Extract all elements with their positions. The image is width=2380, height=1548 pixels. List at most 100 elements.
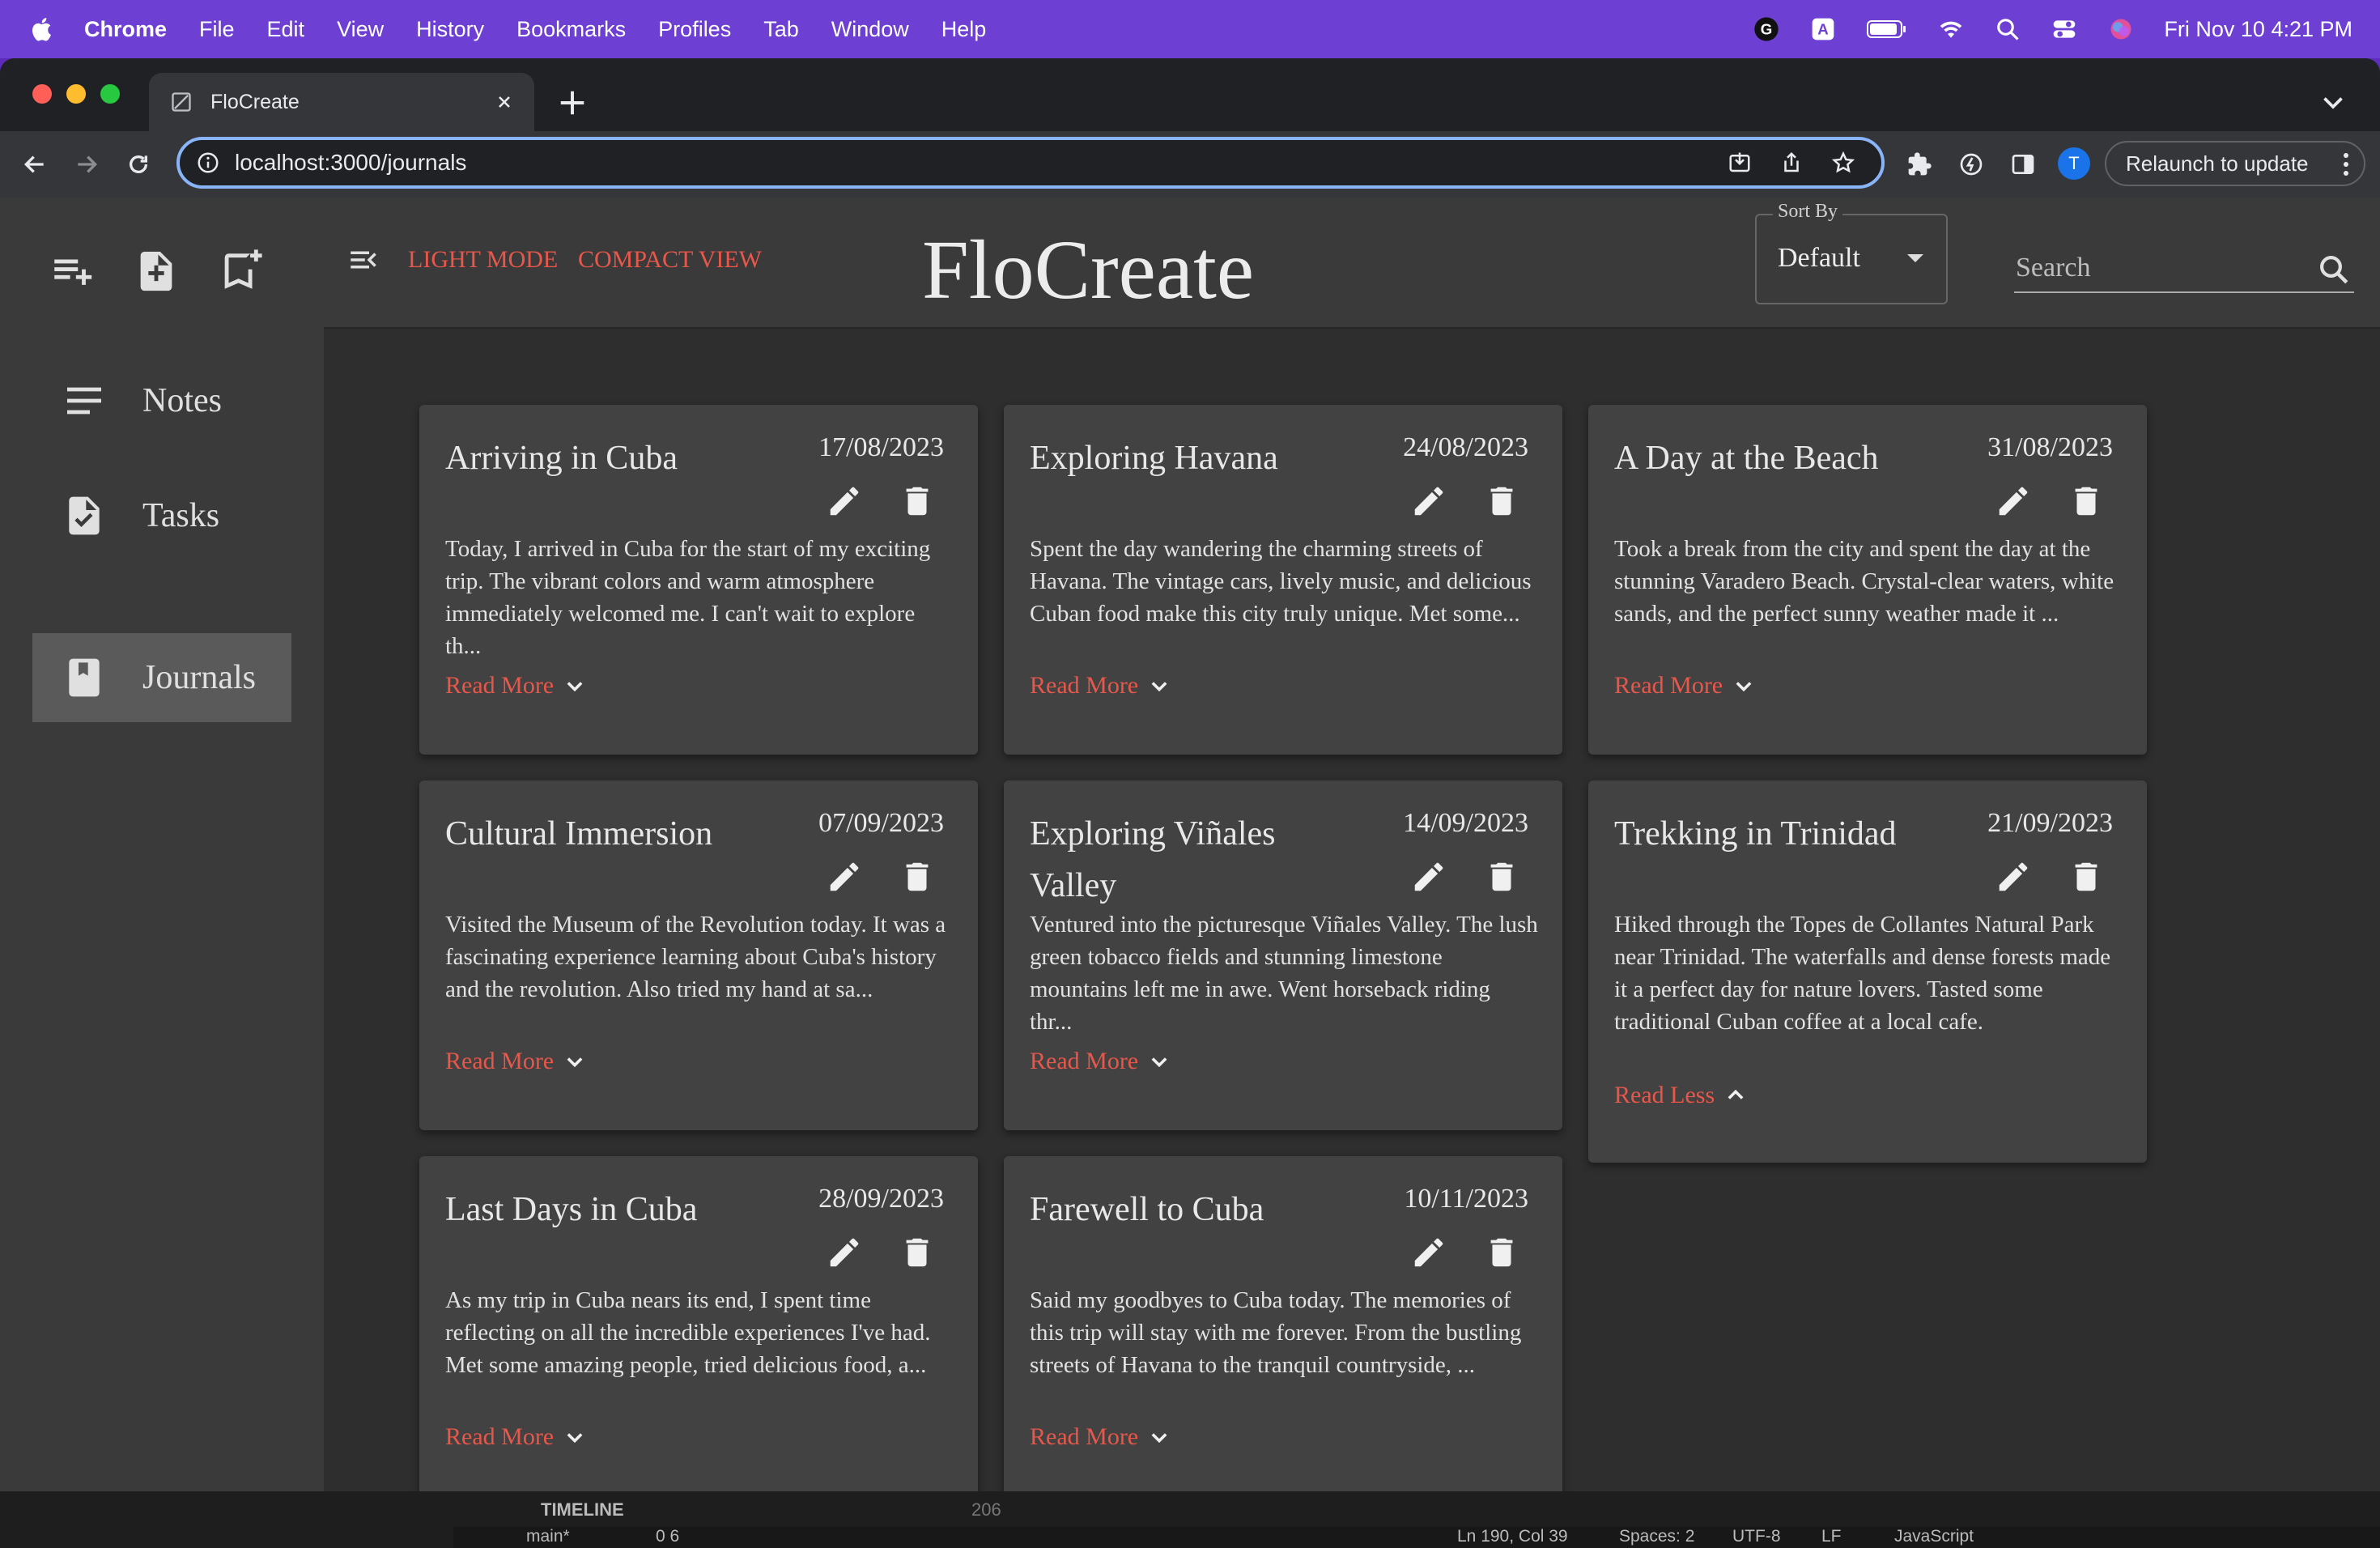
line-ending[interactable]: LF xyxy=(1821,1527,1842,1546)
profile-avatar[interactable]: T xyxy=(2058,147,2090,180)
read-more-button[interactable]: Read More xyxy=(1030,1423,1171,1451)
language-mode[interactable]: JavaScript xyxy=(1894,1527,1974,1546)
relaunch-label: Relaunch to update xyxy=(2126,151,2309,176)
menubar-clock[interactable]: Fri Nov 10 4:21 PM xyxy=(2164,17,2352,42)
edit-pencil-icon[interactable] xyxy=(826,1234,863,1271)
install-app-icon[interactable] xyxy=(1726,149,1753,176)
read-less-button[interactable]: Read Less xyxy=(1614,1082,1747,1109)
favicon-icon xyxy=(172,92,191,112)
menu-help[interactable]: Help xyxy=(941,17,987,42)
menu-file[interactable]: File xyxy=(199,17,235,42)
sidebar-item-tasks[interactable]: Tasks xyxy=(32,471,291,560)
side-panel-icon[interactable] xyxy=(2008,149,2038,180)
kebab-menu-icon[interactable] xyxy=(2343,152,2349,176)
menu-tab[interactable]: Tab xyxy=(763,17,799,42)
input-source-icon[interactable]: A xyxy=(1809,15,1837,43)
delete-trash-icon[interactable] xyxy=(1483,858,1520,895)
delete-trash-icon[interactable] xyxy=(1483,483,1520,520)
menu-app-chrome[interactable]: Chrome xyxy=(84,17,167,42)
new-tab-icon[interactable] xyxy=(557,87,588,118)
read-more-button[interactable]: Read More xyxy=(445,1423,586,1451)
minimize-window-button[interactable] xyxy=(66,84,86,104)
journal-date: 17/08/2023 xyxy=(818,432,944,462)
git-branch[interactable]: main* xyxy=(526,1527,570,1546)
read-more-button[interactable]: Read More xyxy=(1030,672,1171,700)
search-icon[interactable] xyxy=(2317,253,2351,287)
menu-view[interactable]: View xyxy=(337,17,384,42)
read-more-label: Read More xyxy=(1030,1423,1139,1450)
delete-trash-icon[interactable] xyxy=(2068,858,2105,895)
journal-date: 21/09/2023 xyxy=(1987,808,2113,838)
tab-search-chevron-icon[interactable] xyxy=(2318,87,2348,117)
delete-trash-icon[interactable] xyxy=(1483,1234,1520,1271)
edit-pencil-icon[interactable] xyxy=(1410,858,1447,895)
menu-history[interactable]: History xyxy=(416,17,484,42)
edit-pencil-icon[interactable] xyxy=(1410,1234,1447,1271)
delete-trash-icon[interactable] xyxy=(899,483,936,520)
site-info-icon[interactable] xyxy=(196,151,220,175)
add-task-icon[interactable] xyxy=(133,248,180,295)
read-more-button[interactable]: Read More xyxy=(445,1048,586,1075)
menu-bookmarks[interactable]: Bookmarks xyxy=(516,17,626,42)
extensions-puzzle-icon[interactable] xyxy=(1904,149,1935,180)
journal-excerpt: Ventured into the picturesque Viñales Va… xyxy=(1030,912,1538,1035)
read-more-button[interactable]: Read More xyxy=(1030,1048,1171,1075)
delete-trash-icon[interactable] xyxy=(899,1234,936,1271)
browser-tab[interactable]: FloCreate xyxy=(149,73,534,131)
light-mode-button[interactable]: LIGHT MODE xyxy=(408,246,558,274)
journal-card: Exploring Havana 24/08/2023 Spent the da… xyxy=(1004,405,1562,755)
edit-pencil-icon[interactable] xyxy=(826,858,863,895)
control-center-icon[interactable] xyxy=(2051,15,2078,43)
sidebar-item-label: Notes xyxy=(142,382,222,419)
collapse-menu-icon[interactable] xyxy=(346,243,380,277)
problems-count[interactable]: 0 6 xyxy=(656,1527,679,1546)
relaunch-to-update-button[interactable]: Relaunch to update xyxy=(2105,141,2365,186)
add-journal-icon[interactable] xyxy=(217,248,264,295)
menu-profiles[interactable]: Profiles xyxy=(658,17,731,42)
performance-icon[interactable] xyxy=(1956,149,1987,180)
battery-icon[interactable] xyxy=(1866,15,1908,43)
menu-edit[interactable]: Edit xyxy=(267,17,305,42)
back-button[interactable] xyxy=(16,146,53,183)
reload-button[interactable] xyxy=(120,146,157,183)
delete-trash-icon[interactable] xyxy=(2068,483,2105,520)
address-bar[interactable]: localhost:3000/journals xyxy=(176,137,1885,189)
read-more-button[interactable]: Read More xyxy=(1614,672,1755,700)
notes-lines-icon xyxy=(67,387,101,415)
cursor-position[interactable]: Ln 190, Col 39 xyxy=(1457,1527,1568,1546)
forward-button[interactable] xyxy=(68,146,105,183)
url-text[interactable]: localhost:3000/journals xyxy=(235,150,1726,176)
journal-title: Exploring Viñales Valley xyxy=(1030,815,1276,904)
journal-card: A Day at the Beach 31/08/2023 Took a bre… xyxy=(1588,405,2147,755)
indentation[interactable]: Spaces: 2 xyxy=(1619,1527,1694,1546)
read-more-label: Read More xyxy=(1030,672,1139,699)
journal-title: Exploring Havana xyxy=(1030,440,1278,477)
add-note-icon[interactable] xyxy=(49,248,96,295)
siri-icon[interactable] xyxy=(2107,15,2135,43)
edit-pencil-icon[interactable] xyxy=(1410,483,1447,520)
sort-by-select[interactable]: Sort By Default xyxy=(1755,201,1948,304)
menu-window[interactable]: Window xyxy=(831,17,909,42)
read-more-button[interactable]: Read More xyxy=(445,672,586,700)
close-tab-icon[interactable] xyxy=(494,91,515,113)
spotlight-search-icon[interactable] xyxy=(1994,15,2021,43)
delete-trash-icon[interactable] xyxy=(899,858,936,895)
timeline-panel-label[interactable]: TIMELINE xyxy=(541,1499,624,1520)
journal-book-icon xyxy=(69,658,100,697)
sidebar-item-journals[interactable]: Journals xyxy=(32,633,291,722)
edit-pencil-icon[interactable] xyxy=(1995,483,2032,520)
close-window-button[interactable] xyxy=(32,84,52,104)
bookmark-star-icon[interactable] xyxy=(1830,149,1857,176)
apple-icon[interactable] xyxy=(29,15,57,43)
zoom-window-button[interactable] xyxy=(100,84,120,104)
compact-view-button[interactable]: COMPACT VIEW xyxy=(578,246,762,274)
wifi-icon[interactable] xyxy=(1937,15,1965,43)
sidebar-item-notes[interactable]: Notes xyxy=(32,356,291,445)
file-encoding[interactable]: UTF-8 xyxy=(1732,1527,1781,1546)
journal-date: 07/09/2023 xyxy=(818,808,944,838)
share-icon[interactable] xyxy=(1778,149,1805,176)
edit-pencil-icon[interactable] xyxy=(826,483,863,520)
edit-pencil-icon[interactable] xyxy=(1995,858,2032,895)
search-input[interactable] xyxy=(2014,246,2309,290)
grammarly-icon[interactable]: G xyxy=(1753,15,1780,43)
